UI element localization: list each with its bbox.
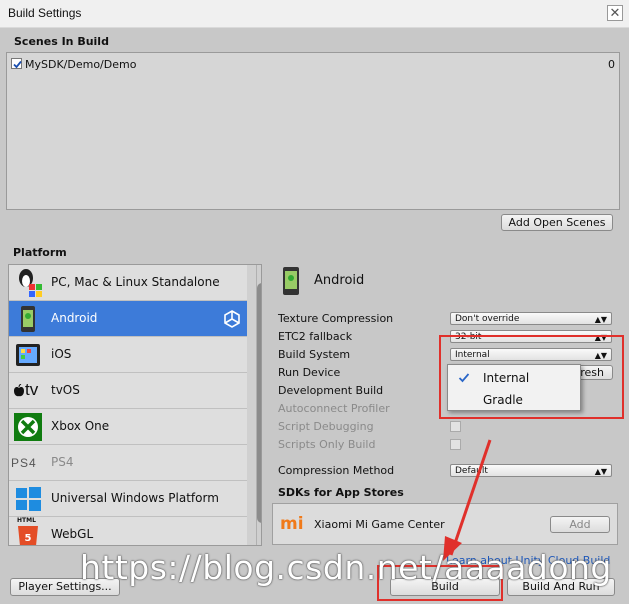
watermark-text: https://blog.csdn.net/aaaadong bbox=[80, 548, 612, 587]
red-arrow-icon bbox=[443, 439, 492, 561]
